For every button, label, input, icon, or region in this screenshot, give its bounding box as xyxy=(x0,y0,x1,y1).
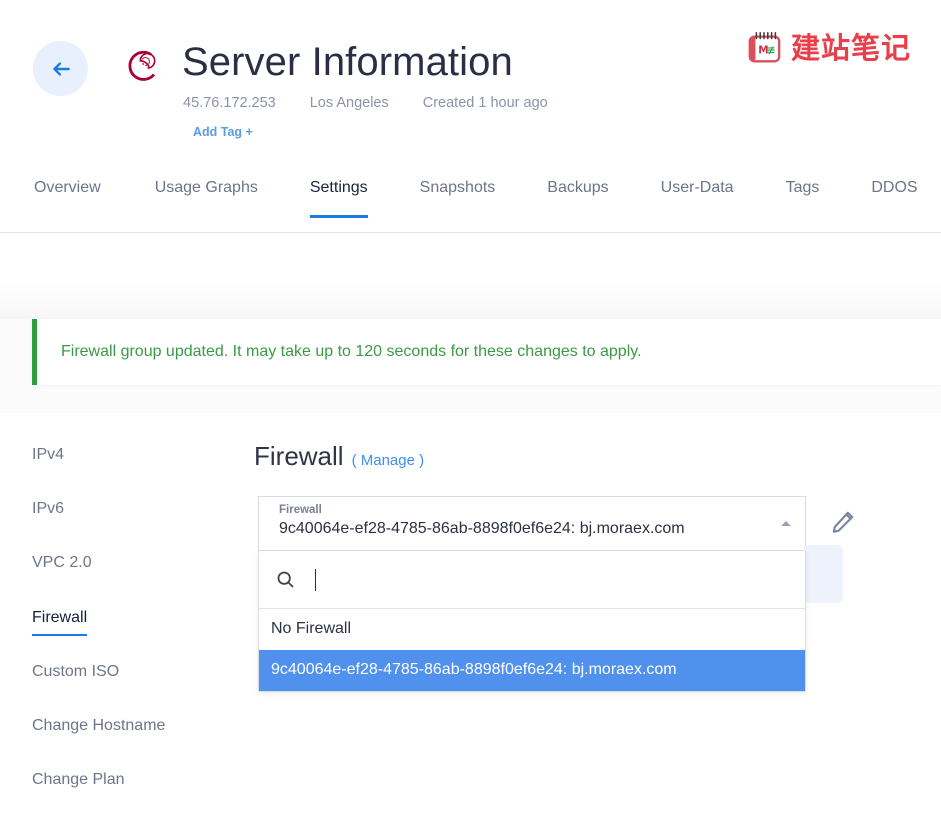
settings-sidebar: IPv4 IPv6 VPC 2.0 Firewall Custom ISO Ch… xyxy=(0,441,252,826)
svg-text:≢: ≢ xyxy=(767,45,776,57)
sidebar-item-change-hostname[interactable]: Change Hostname xyxy=(32,716,165,770)
manage-link[interactable]: ( Manage ) xyxy=(352,452,425,469)
firewall-dropdown: No Firewall 9c40064e-ef28-4785-86ab-8898… xyxy=(258,551,806,692)
server-ip: 45.76.172.253 xyxy=(183,95,276,111)
status-banner-text: Firewall group updated. It may take up t… xyxy=(61,343,642,360)
notebook-icon: M ≢ xyxy=(745,29,783,67)
chevron-up-icon[interactable] xyxy=(781,521,791,526)
server-information-page: Server Information 45.76.172.253 Los Ang… xyxy=(0,0,941,826)
watermark-text: 建站笔记 xyxy=(790,30,911,65)
tab-user-data[interactable]: User-Data xyxy=(635,168,760,217)
arrow-left-icon xyxy=(48,56,74,82)
firewall-option-selected[interactable]: 9c40064e-ef28-4785-86ab-8898f0ef6e24: bj… xyxy=(259,650,805,691)
tab-snapshots[interactable]: Snapshots xyxy=(394,168,522,217)
sidebar-item-ipv4[interactable]: IPv4 xyxy=(32,445,64,499)
firewall-select-value: 9c40064e-ef28-4785-86ab-8898f0ef6e24: bj… xyxy=(279,520,685,537)
debian-logo xyxy=(117,38,169,94)
sidebar-item-ipv6[interactable]: IPv6 xyxy=(32,499,64,553)
sidebar-item-custom-iso[interactable]: Custom ISO xyxy=(32,662,119,716)
firewall-panel: Firewall ( Manage ) Firewall 9c40064e-ef… xyxy=(252,441,941,826)
tab-usage-graphs[interactable]: Usage Graphs xyxy=(129,168,284,217)
firewall-heading: Firewall xyxy=(254,441,344,471)
tab-bar: Overview Usage Graphs Settings Snapshots… xyxy=(0,168,941,233)
firewall-option-none[interactable]: No Firewall xyxy=(259,609,805,650)
firewall-heading-row: Firewall ( Manage ) xyxy=(254,441,941,472)
tab-backups[interactable]: Backups xyxy=(521,168,634,217)
site-watermark: M ≢ 建站笔记 xyxy=(745,29,911,67)
page-title: Server Information xyxy=(182,40,513,84)
add-tag-link[interactable]: Add Tag + xyxy=(193,125,253,139)
status-banner: Firewall group updated. It may take up t… xyxy=(32,319,941,385)
settings-body: IPv4 IPv6 VPC 2.0 Firewall Custom ISO Ch… xyxy=(0,413,941,826)
sidebar-item-change-plan[interactable]: Change Plan xyxy=(32,770,125,824)
tab-ddos[interactable]: DDOS xyxy=(845,168,941,217)
tab-overview[interactable]: Overview xyxy=(34,168,129,217)
sidebar-item-vpc[interactable]: VPC 2.0 xyxy=(32,553,92,607)
back-button[interactable] xyxy=(33,41,88,96)
server-meta: 45.76.172.253 Los Angeles Created 1 hour… xyxy=(183,95,548,111)
tab-settings[interactable]: Settings xyxy=(284,168,394,218)
pencil-icon[interactable] xyxy=(830,509,856,535)
alert-spacer xyxy=(0,385,941,413)
apply-firewall-button[interactable] xyxy=(803,545,843,603)
content-spacer xyxy=(0,233,941,319)
sidebar-item-firewall[interactable]: Firewall xyxy=(32,608,88,662)
page-header: Server Information 45.76.172.253 Los Ang… xyxy=(0,0,941,168)
firewall-select-wrap: Firewall 9c40064e-ef28-4785-86ab-8898f0e… xyxy=(258,496,854,692)
firewall-search-input[interactable] xyxy=(312,568,789,591)
firewall-select[interactable]: Firewall 9c40064e-ef28-4785-86ab-8898f0e… xyxy=(258,496,806,551)
tab-tags[interactable]: Tags xyxy=(760,168,846,217)
search-icon xyxy=(275,569,296,590)
server-created: Created 1 hour ago xyxy=(422,95,548,111)
firewall-select-label: Firewall xyxy=(279,504,322,516)
server-location: Los Angeles xyxy=(309,95,389,111)
firewall-search-row[interactable] xyxy=(259,551,805,609)
